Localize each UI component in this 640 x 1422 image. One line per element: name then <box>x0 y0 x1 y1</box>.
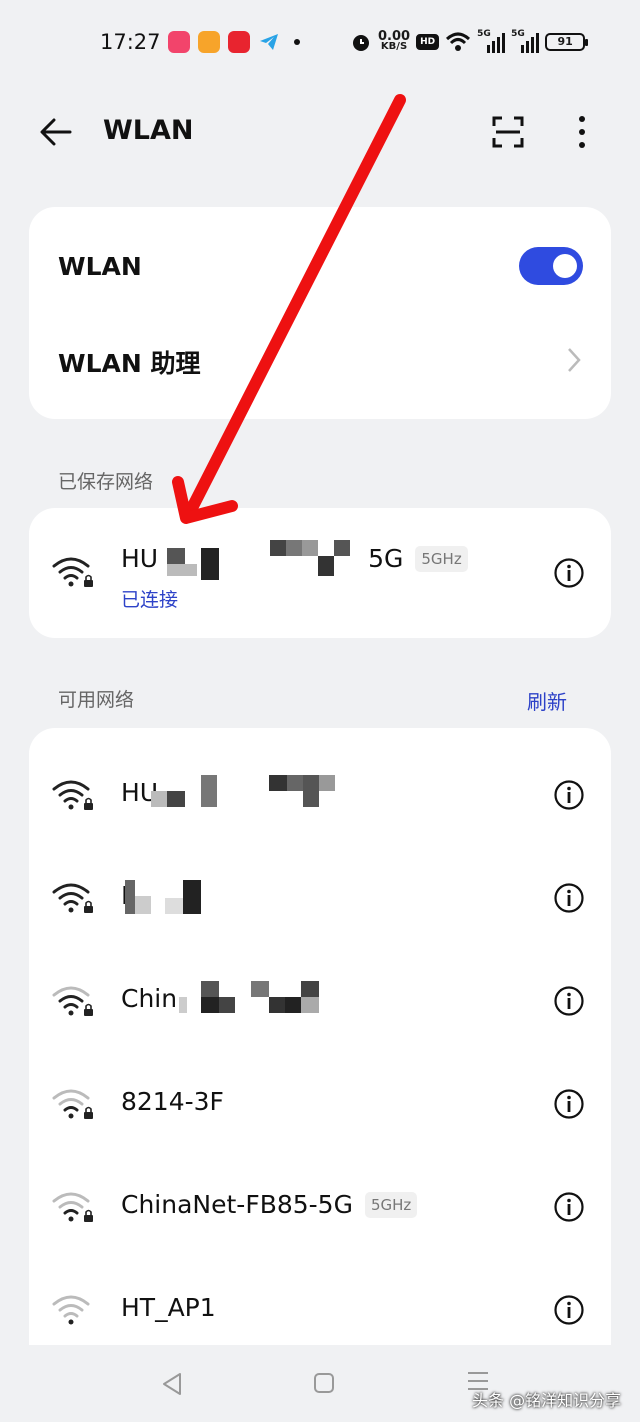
signal-icon-1: 5G <box>477 29 506 53</box>
info-icon[interactable] <box>553 557 585 589</box>
video-app-icon <box>198 31 220 53</box>
taobao-app-icon <box>168 31 190 53</box>
available-networks-card: HU I <box>29 728 611 1368</box>
network-ssid: HT_AP1 <box>121 1293 216 1322</box>
network-row[interactable]: 8214-3F <box>29 1052 611 1155</box>
network-ssid: 8214-3F <box>121 1087 224 1116</box>
scan-icon[interactable] <box>490 114 526 150</box>
info-icon[interactable] <box>553 1191 585 1223</box>
info-icon[interactable] <box>553 882 585 914</box>
wifi-icon <box>52 1089 93 1119</box>
status-right: 0.00 KB/S HD 5G 5G 91 <box>350 28 589 56</box>
wifi-icon <box>52 1295 90 1325</box>
network-row[interactable]: I <box>29 846 611 949</box>
connection-status: 已连接 <box>121 589 179 611</box>
saved-networks-heading: 已保存网络 <box>58 471 154 493</box>
wifi-icon <box>52 986 93 1016</box>
network-speed: 0.00 KB/S <box>378 29 411 52</box>
more-notifications-dot <box>294 39 300 45</box>
band-badge: 5GHz <box>415 546 468 572</box>
hd-badge: HD <box>416 34 440 50</box>
redacted-ssid-pixels <box>179 981 329 1021</box>
band-badge: 5GHz <box>364 1192 418 1218</box>
available-networks-heading: 可用网络 <box>58 689 135 711</box>
info-icon[interactable] <box>553 1294 585 1326</box>
watermark: 头条 @铭洋知识分享 <box>472 1391 622 1410</box>
redacted-ssid-pixels <box>125 880 215 916</box>
wifi-icon <box>52 557 93 587</box>
wifi-status-icon <box>446 32 471 51</box>
alarm-icon <box>353 35 369 51</box>
wifi-icon <box>52 1192 93 1222</box>
chevron-right-icon <box>568 348 581 372</box>
network-ssid: Chin <box>121 984 178 1013</box>
network-row[interactable]: ChinaNet-FB85-5G 5GHz <box>29 1155 611 1258</box>
wlan-toggle-label: WLAN <box>58 252 142 281</box>
network-row[interactable]: HU <box>29 743 611 846</box>
wlan-toggle-switch[interactable] <box>519 247 583 285</box>
network-row[interactable]: Chin <box>29 949 611 1052</box>
wlan-settings-card: WLAN WLAN 助理 <box>29 207 611 419</box>
wifi-icon <box>52 780 93 810</box>
info-icon[interactable] <box>553 985 585 1017</box>
wifi-icon <box>52 883 93 913</box>
wlan-assistant-row[interactable]: WLAN 助理 <box>58 344 200 380</box>
redacted-ssid-pixels <box>167 540 367 580</box>
refresh-button[interactable]: 刷新 <box>527 686 567 715</box>
status-bar: 17:27 0.00 KB/S HD 5G 5G 91 <box>0 0 640 86</box>
info-icon[interactable] <box>553 779 585 811</box>
shopping-app-icon <box>228 31 250 53</box>
more-icon[interactable] <box>570 114 594 150</box>
battery-indicator: 91 <box>545 33 589 51</box>
network-ssid: ChinaNet-FB85-5G 5GHz <box>121 1190 418 1219</box>
page-title: WLAN <box>103 115 194 146</box>
redacted-ssid-pixels <box>151 775 361 815</box>
nav-home-icon[interactable] <box>312 1371 336 1395</box>
back-arrow-icon[interactable] <box>36 112 76 152</box>
nav-back-icon[interactable] <box>160 1371 184 1397</box>
signal-icon-2: 5G <box>511 29 540 53</box>
status-time: 17:27 <box>100 30 161 54</box>
notification-icons <box>168 31 300 53</box>
info-icon[interactable] <box>553 1088 585 1120</box>
saved-networks-card: HU 5G 5GHz 已连接 <box>29 508 611 638</box>
telegram-app-icon <box>260 34 278 50</box>
